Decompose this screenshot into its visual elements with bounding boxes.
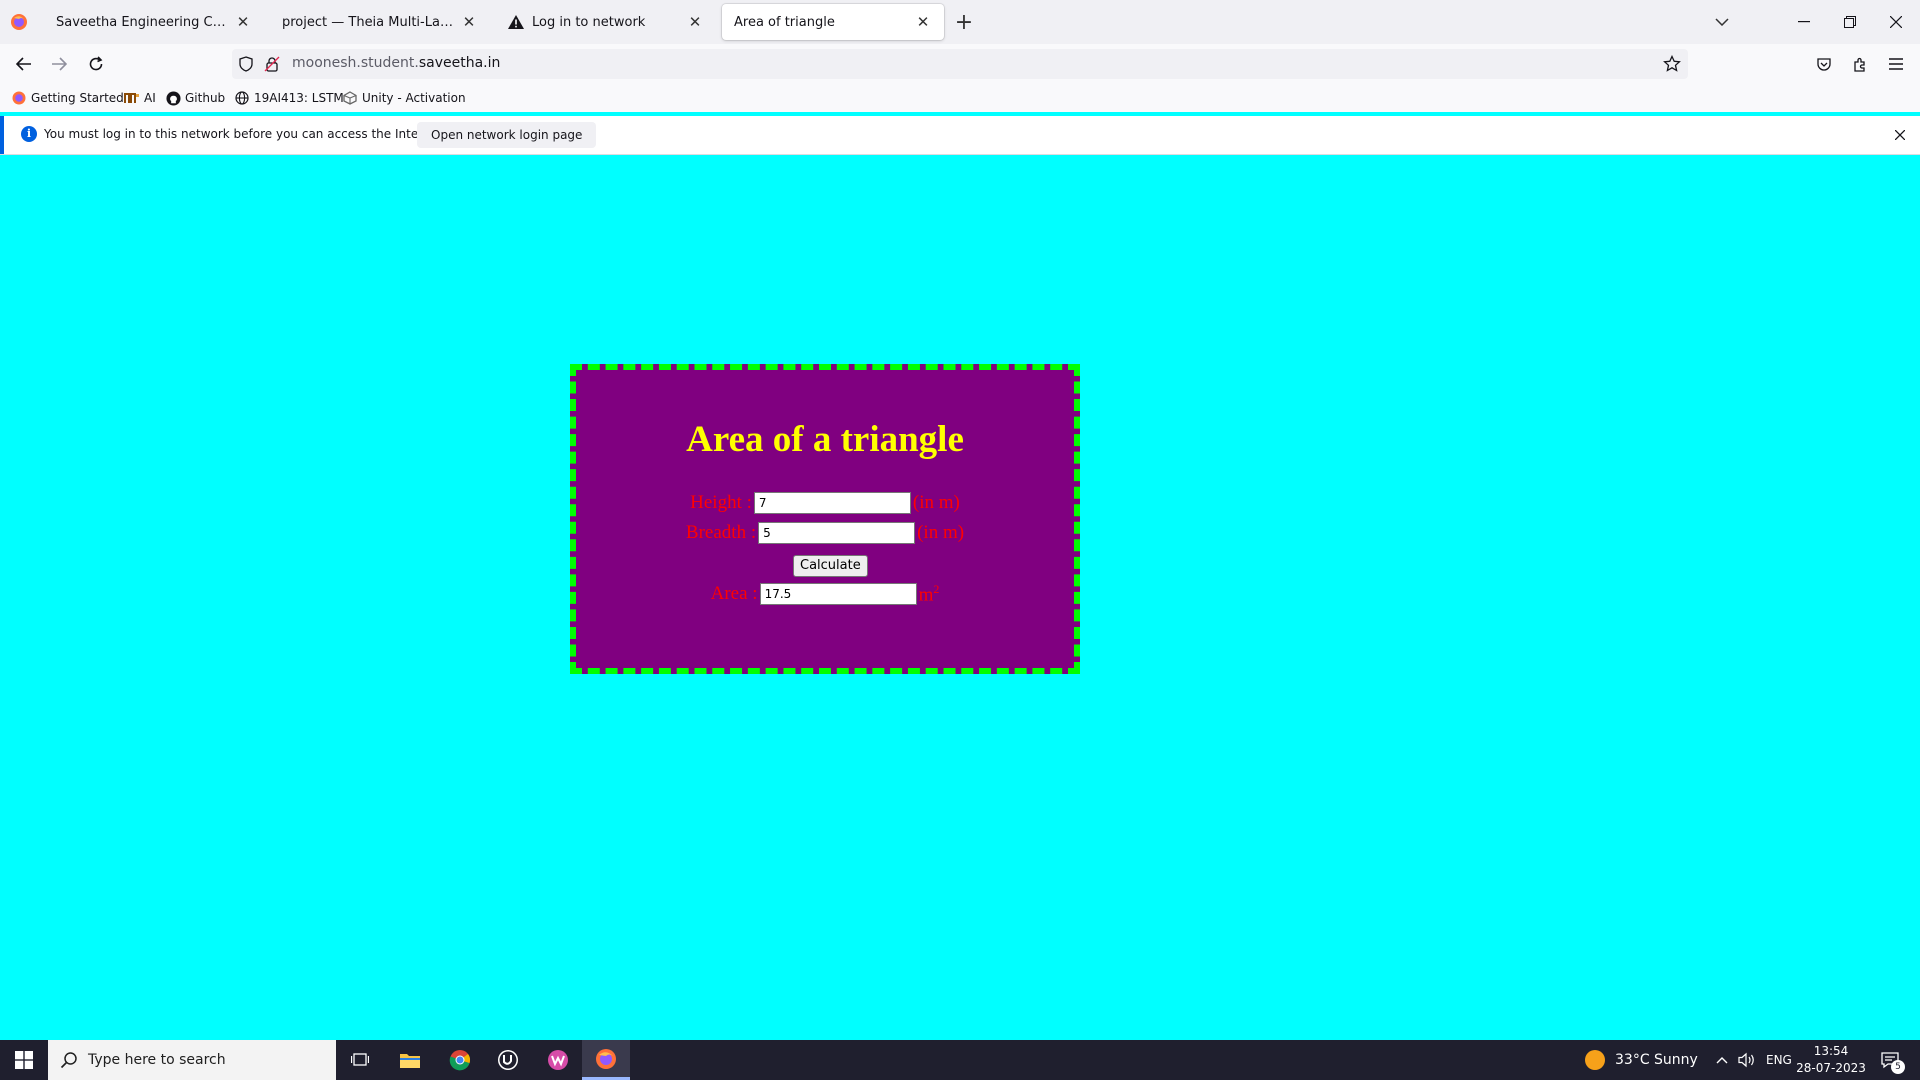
breadth-label: Breadth : xyxy=(685,522,757,543)
bookmark-label: Getting Started xyxy=(31,91,124,105)
page-title: Area of a triangle xyxy=(686,419,964,460)
open-network-login-button[interactable]: Open network login page xyxy=(417,122,597,148)
url-domain: saveetha.in xyxy=(418,55,501,71)
close-tab-icon[interactable]: ✕ xyxy=(234,13,252,31)
warning-icon xyxy=(508,15,524,29)
ai-icon xyxy=(124,90,140,106)
bookmark-github[interactable]: Github xyxy=(165,89,225,107)
url-prefix: moonesh.student. xyxy=(292,55,419,71)
clock[interactable]: 13:54 28-07-2023 xyxy=(1796,1043,1866,1077)
reload-button[interactable] xyxy=(84,52,108,76)
area-unit-exponent: 2 xyxy=(933,582,940,596)
notification-count-badge: 5 xyxy=(1891,1060,1905,1074)
shield-icon[interactable] xyxy=(238,56,254,75)
wps-office-icon[interactable] xyxy=(534,1040,582,1080)
back-button[interactable] xyxy=(12,52,36,76)
windows-start-icon[interactable] xyxy=(0,1040,48,1080)
bookmark-label: Github xyxy=(185,91,226,105)
clock-date: 28-07-2023 xyxy=(1796,1061,1866,1075)
firefox-icon xyxy=(11,90,27,106)
search-placeholder: Type here to search xyxy=(88,1052,226,1068)
tab-title: project — Theia Multi-Language Explorer xyxy=(282,14,454,30)
area-output[interactable] xyxy=(759,583,917,606)
search-icon xyxy=(60,1051,78,1072)
tab-title: Area of triangle xyxy=(734,14,835,30)
area-unit-base: m xyxy=(918,584,934,606)
unity-icon xyxy=(342,90,358,106)
firefox-taskbar-icon[interactable] xyxy=(582,1040,630,1080)
page-content: Area of a triangle Height : (in m) Bread… xyxy=(0,155,1920,1040)
unreal-engine-icon[interactable] xyxy=(484,1040,532,1080)
tab-login-network[interactable]: Log in to network ✕ xyxy=(496,4,716,40)
forward-button[interactable] xyxy=(47,52,71,76)
info-icon: i xyxy=(21,126,37,142)
globe-icon xyxy=(234,90,250,106)
taskbar-search-input[interactable]: Type here to search xyxy=(48,1040,336,1080)
language-indicator[interactable]: ENG xyxy=(1766,1040,1792,1080)
lock-icon[interactable] xyxy=(264,56,280,75)
bookmark-label: AI xyxy=(144,91,156,105)
close-icon[interactable] xyxy=(1890,125,1910,145)
sun-icon xyxy=(1585,1050,1605,1070)
height-input[interactable] xyxy=(753,492,911,514)
url-text[interactable]: moonesh.student.saveetha.in xyxy=(292,55,500,71)
area-unit: m2 xyxy=(919,582,940,606)
chevron-down-icon[interactable] xyxy=(1710,12,1734,32)
bookmark-getting-started[interactable]: Getting Started xyxy=(11,89,124,107)
height-label: Height : xyxy=(690,492,752,513)
breadth-row: Breadth : (in m) xyxy=(576,522,1074,544)
tab-strip: Saveetha Engineering College ✕ project —… xyxy=(0,0,1920,44)
close-tab-icon[interactable]: ✕ xyxy=(914,13,932,31)
tab-area-of-triangle[interactable]: Area of triangle ✕ xyxy=(722,4,944,40)
github-icon xyxy=(165,90,181,106)
close-tab-icon[interactable]: ✕ xyxy=(686,13,704,31)
file-explorer-icon[interactable] xyxy=(386,1040,434,1080)
star-bookmark-icon[interactable] xyxy=(1663,54,1681,76)
task-view-icon[interactable] xyxy=(336,1040,384,1080)
calculate-button[interactable]: Calculate xyxy=(793,555,868,577)
bookmark-ai[interactable]: AI xyxy=(124,89,156,107)
navigation-toolbar: moonesh.student.saveetha.in xyxy=(0,44,1920,84)
chevron-up-icon[interactable] xyxy=(1716,1040,1728,1080)
extensions-icon[interactable] xyxy=(1848,52,1872,76)
tab-project[interactable]: project — Theia Multi-Language Explorer … xyxy=(270,4,490,40)
notification-message: You must log in to this network before y… xyxy=(44,127,447,141)
tab-title: Saveetha Engineering College xyxy=(56,14,228,30)
restore-button[interactable] xyxy=(1827,0,1873,44)
height-row: Height : (in m) xyxy=(576,492,1074,514)
close-window-button[interactable] xyxy=(1873,0,1919,44)
firefox-icon[interactable] xyxy=(10,13,28,31)
notification-center-icon[interactable]: 5 xyxy=(1876,1040,1905,1080)
pocket-icon[interactable] xyxy=(1812,52,1836,76)
tab-saveetha[interactable]: Saveetha Engineering College ✕ xyxy=(44,4,264,40)
breadth-unit: (in m) xyxy=(917,522,965,543)
minimize-button[interactable] xyxy=(1781,0,1827,44)
tab-title: Log in to network xyxy=(532,14,646,30)
height-unit: (in m) xyxy=(912,492,960,513)
windows-taskbar: Type here to search 33°C Sunny ENG 13:54… xyxy=(0,1040,1920,1080)
new-tab-button[interactable]: + xyxy=(952,10,976,35)
clock-time: 13:54 xyxy=(1813,1044,1849,1058)
weather-text: 33°C Sunny xyxy=(1615,1052,1698,1068)
bookmark-unity[interactable]: Unity - Activation xyxy=(342,89,466,107)
bookmarks-toolbar: Getting Started AI Github 19AI413: LSTM … xyxy=(0,84,1920,112)
weather-widget[interactable]: 33°C Sunny xyxy=(1585,1040,1698,1080)
area-row: Area : m2 xyxy=(576,582,1074,606)
breadth-input[interactable] xyxy=(758,522,916,544)
bookmark-label: Unity - Activation xyxy=(362,91,466,105)
area-label: Area : xyxy=(710,583,758,605)
triangle-calculator-box: Area of a triangle Height : (in m) Bread… xyxy=(570,364,1080,674)
chrome-icon[interactable] xyxy=(436,1040,484,1080)
captive-portal-notification: i You must log in to this network before… xyxy=(0,116,1920,154)
bookmark-lstm[interactable]: 19AI413: LSTM xyxy=(234,89,344,107)
speaker-icon[interactable] xyxy=(1738,1040,1756,1080)
hamburger-menu-icon[interactable] xyxy=(1884,52,1908,76)
close-tab-icon[interactable]: ✕ xyxy=(460,13,478,31)
bookmark-label: 19AI413: LSTM xyxy=(254,91,344,105)
url-bar[interactable]: moonesh.student.saveetha.in xyxy=(232,49,1688,79)
